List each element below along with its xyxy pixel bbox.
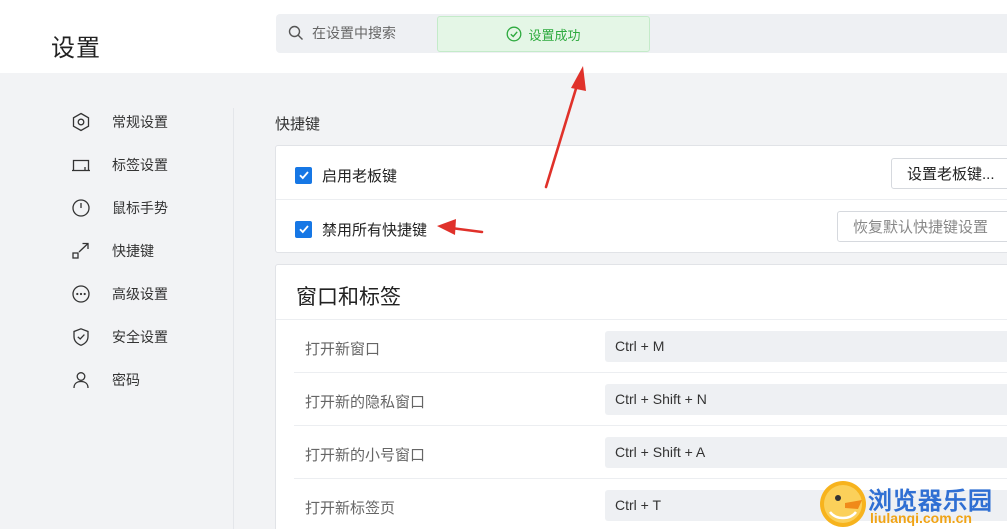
tab-icon: [70, 154, 92, 176]
shield-icon: [70, 326, 92, 348]
disable-all-shortcuts-label: 禁用所有快捷键: [322, 221, 428, 239]
more-dots-icon: [70, 283, 92, 305]
set-boss-key-button[interactable]: 设置老板键...: [891, 158, 1007, 189]
shortcut-key-field[interactable]: Ctrl + M: [605, 331, 1007, 362]
shortcut-key-field[interactable]: Ctrl + Shift + A: [605, 437, 1007, 468]
watermark-url: liulanqi.com.cn: [870, 510, 972, 526]
shortcut-key-field[interactable]: Ctrl + Shift + N: [605, 384, 1007, 415]
sidebar-divider: [233, 108, 234, 529]
sidebar-item-label: 鼠标手势: [112, 200, 168, 216]
sidebar-item-advanced[interactable]: 高级设置: [70, 279, 220, 309]
sidebar-item-password[interactable]: 密码: [70, 365, 220, 395]
sidebar-item-security[interactable]: 安全设置: [70, 322, 220, 352]
window-tabs-title: 窗口和标签: [296, 286, 401, 309]
sidebar-item-shortcuts[interactable]: 快捷键: [70, 236, 220, 266]
shortcut-options-card: 启用老板键 设置老板键... 禁用所有快捷键 恢复默认快捷键设置: [275, 145, 1007, 253]
enable-boss-key-checkbox[interactable]: [295, 166, 312, 184]
checkmark-icon: [298, 171, 309, 180]
shortcut-name: 打开新的小号窗口: [305, 447, 426, 464]
sidebar-item-label: 高级设置: [112, 286, 168, 302]
enable-boss-key-option[interactable]: 启用老板键: [295, 164, 397, 186]
sidebar-item-general[interactable]: 常规设置: [70, 107, 220, 137]
hexagon-settings-icon: [70, 111, 92, 133]
shortcut-name: 打开新标签页: [305, 500, 396, 517]
search-icon: [288, 25, 303, 40]
shortcut-name: 打开新的隐私窗口: [305, 394, 426, 411]
sidebar-item-tabs[interactable]: 标签设置: [70, 150, 220, 180]
check-circle-icon: [507, 26, 522, 42]
duck-logo-icon: [820, 481, 866, 527]
options-divider: [276, 199, 1007, 200]
restore-default-shortcuts-button[interactable]: 恢复默认快捷键设置: [837, 211, 1007, 242]
sidebar-item-label: 密码: [112, 372, 140, 388]
shortcut-row: 打开新窗口 Ctrl + M: [294, 320, 1007, 373]
sidebar-item-label: 快捷键: [112, 243, 154, 259]
mouse-icon: [70, 197, 92, 219]
sidebar-item-label: 标签设置: [112, 157, 168, 173]
disable-all-shortcuts-option[interactable]: 禁用所有快捷键: [295, 218, 427, 240]
enable-boss-key-label: 启用老板键: [322, 167, 398, 185]
sidebar-item-label: 常规设置: [112, 114, 168, 130]
shortcut-row: 打开新的小号窗口 Ctrl + Shift + A: [294, 426, 1007, 479]
shortcut-arrow-icon: [70, 240, 92, 262]
sidebar-item-label: 安全设置: [112, 329, 168, 345]
checkmark-icon: [298, 225, 309, 234]
search-input[interactable]: [312, 22, 452, 44]
page-title: 设置: [51, 35, 101, 62]
sidebar-item-mouse-gesture[interactable]: 鼠标手势: [70, 193, 220, 223]
success-toast: 设置成功: [437, 16, 650, 52]
disable-all-shortcuts-checkbox[interactable]: [295, 220, 312, 238]
shortcut-name: 打开新窗口: [305, 341, 381, 358]
watermark: 浏览器乐园 liulanqi.com.cn: [818, 478, 1007, 529]
toast-message: 设置成功: [528, 27, 581, 43]
shortcut-row: 打开新的隐私窗口 Ctrl + Shift + N: [294, 373, 1007, 426]
user-icon: [70, 369, 92, 391]
section-title-shortcuts: 快捷键: [275, 116, 321, 133]
top-bar: 设置 设置成功: [0, 0, 1007, 73]
